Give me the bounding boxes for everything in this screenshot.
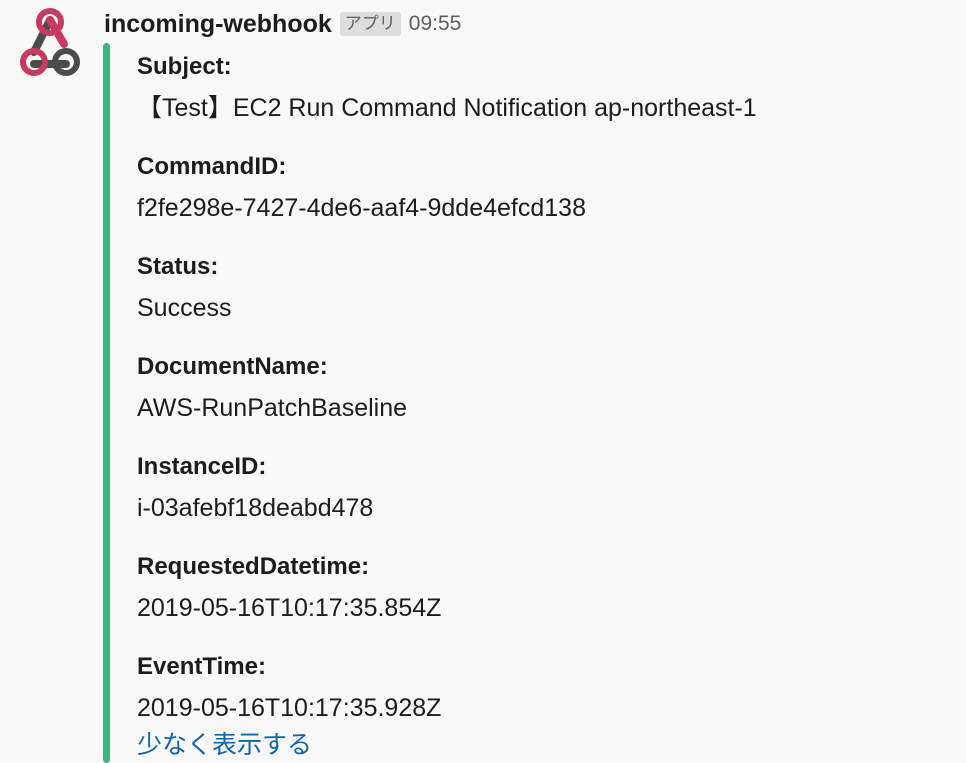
field-label: Status: xyxy=(137,253,219,280)
field-requested-datetime: RequestedDatetime: 2019-05-16T10:17:35.8… xyxy=(137,548,937,648)
field-value: 【Test】EC2 Run Command Notification ap-no… xyxy=(137,94,757,122)
avatar[interactable] xyxy=(14,8,86,80)
message-header: incoming-webhook アプリ 09:55 xyxy=(104,6,461,42)
field-label: DocumentName: xyxy=(137,353,328,380)
field-instance-id: InstanceID: i-03afebf18deabd478 xyxy=(137,448,937,548)
field-subject: Subject: 【Test】EC2 Run Command Notificat… xyxy=(137,48,937,148)
field-label: Subject: xyxy=(137,53,232,80)
message-timestamp[interactable]: 09:55 xyxy=(409,12,462,36)
field-status: Status: Success xyxy=(137,248,937,348)
field-document-name: DocumentName: AWS-RunPatchBaseline xyxy=(137,348,937,448)
sender-name[interactable]: incoming-webhook xyxy=(104,10,332,39)
field-label: RequestedDatetime: xyxy=(137,553,370,580)
field-label: EventTime: xyxy=(137,653,266,680)
field-label: CommandID: xyxy=(137,153,287,180)
attachment-color-bar xyxy=(103,43,110,763)
app-badge: アプリ xyxy=(339,12,401,36)
field-value: 2019-05-16T10:17:35.928Z xyxy=(137,694,442,722)
field-value: AWS-RunPatchBaseline xyxy=(137,394,408,422)
field-value: Success xyxy=(137,294,232,322)
field-value: f2fe298e-7427-4de6-aaf4-9dde4efcd138 xyxy=(137,194,586,222)
field-command-id: CommandID: f2fe298e-7427-4de6-aaf4-9dde4… xyxy=(137,148,937,248)
show-less-link[interactable]: 少なく表示する xyxy=(137,730,312,760)
webhook-icon xyxy=(20,8,80,76)
field-value: i-03afebf18deabd478 xyxy=(137,494,374,522)
field-value: 2019-05-16T10:17:35.854Z xyxy=(137,594,442,622)
field-label: InstanceID: xyxy=(137,453,267,480)
attachment-fields: Subject: 【Test】EC2 Run Command Notificat… xyxy=(137,48,937,748)
